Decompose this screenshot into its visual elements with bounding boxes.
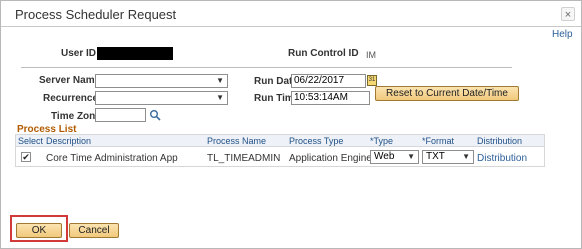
server-name-label: Server Name	[39, 75, 101, 86]
row-process-name: TL_TIMEADMIN	[207, 153, 281, 164]
close-icon[interactable]: ×	[561, 7, 575, 21]
dialog-title: Process Scheduler Request	[15, 7, 177, 22]
process-list-header: Select Description Process Name Process …	[16, 135, 544, 147]
section-divider	[21, 67, 512, 68]
distribution-link[interactable]: Distribution	[477, 153, 527, 164]
column-select: Select	[18, 136, 44, 146]
chevron-down-icon: ▼	[407, 152, 415, 161]
run-control-id-value: IM	[366, 50, 376, 60]
process-scheduler-dialog: Process Scheduler Request × Help User ID…	[0, 0, 582, 249]
column-distribution: Distribution	[477, 136, 523, 146]
time-zone-label: Time Zone	[51, 111, 101, 122]
user-id-label: User ID	[61, 48, 97, 59]
column-format: *Format	[422, 136, 455, 146]
user-id-redacted	[97, 47, 173, 60]
column-description: Description	[46, 136, 92, 146]
run-time-input[interactable]: 10:53:14AM	[291, 91, 370, 105]
row-description: Core Time Administration App	[46, 153, 178, 164]
reset-date-time-button[interactable]: Reset to Current Date/Time	[375, 86, 519, 101]
cancel-button[interactable]: Cancel	[69, 223, 119, 238]
run-date-input[interactable]: 06/22/2017	[291, 74, 366, 88]
help-link[interactable]: Help	[552, 29, 573, 40]
type-value: Web	[374, 151, 395, 162]
recurrence-label: Recurrence	[43, 93, 99, 104]
column-process-name: Process Name	[207, 136, 267, 146]
chevron-down-icon: ▼	[216, 76, 224, 85]
column-type: *Type	[370, 136, 394, 146]
ok-button[interactable]: OK	[16, 223, 62, 238]
dialog-titlebar: Process Scheduler Request ×	[1, 1, 581, 27]
recurrence-select[interactable]: ▼	[95, 91, 228, 105]
column-process-type: Process Type	[289, 136, 344, 146]
row-process-type: Application Engine	[289, 153, 372, 164]
format-value: TXT	[426, 151, 445, 162]
format-select[interactable]: TXT ▼	[422, 150, 474, 164]
server-name-select[interactable]: ▼	[95, 74, 228, 88]
select-checkbox[interactable]: ✔	[21, 152, 31, 162]
calendar-icon[interactable]: 31	[367, 75, 377, 86]
run-control-id-label: Run Control ID	[288, 48, 359, 59]
time-zone-input[interactable]	[95, 108, 146, 122]
process-list-table: Select Description Process Name Process …	[15, 134, 545, 167]
search-icon[interactable]	[149, 109, 161, 121]
type-select[interactable]: Web ▼	[370, 150, 419, 164]
chevron-down-icon: ▼	[462, 152, 470, 161]
chevron-down-icon: ▼	[216, 93, 224, 102]
